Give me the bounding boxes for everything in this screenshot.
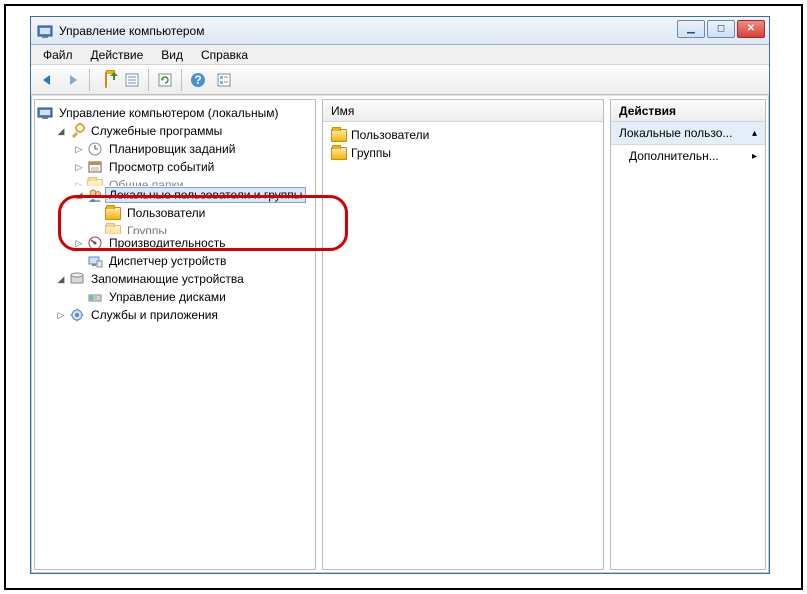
- tree-services-apps[interactable]: ▷ Службы и приложения: [37, 306, 313, 324]
- menu-view[interactable]: Вид: [153, 46, 191, 64]
- app-icon: [37, 23, 53, 39]
- tree-shared-folders[interactable]: ▷ Общие папки: [37, 176, 313, 186]
- export-list-icon: [216, 72, 232, 88]
- device-manager-icon: [87, 253, 103, 269]
- svg-text:?: ?: [194, 73, 201, 87]
- toolbar-help-button[interactable]: ?: [186, 68, 210, 92]
- users-groups-icon: [87, 187, 103, 203]
- list-body[interactable]: Пользователи Группы: [323, 122, 603, 569]
- tree-users[interactable]: Пользователи: [37, 204, 313, 222]
- toolbar-forward-button[interactable]: [61, 68, 85, 92]
- actions-more[interactable]: Дополнительн... ▸: [611, 145, 765, 167]
- tree-system-tools[interactable]: ◢ Служебные программы: [37, 122, 313, 140]
- tree-panel[interactable]: Управление компьютером (локальным) ◢ Слу…: [34, 99, 316, 570]
- help-icon: ?: [190, 72, 206, 88]
- toolbar-back-button[interactable]: [35, 68, 59, 92]
- shared-folders-icon: [87, 177, 103, 186]
- actions-panel: Действия Локальные пользо... ▴ Дополните…: [610, 99, 766, 570]
- toolbar-up-button[interactable]: [94, 68, 118, 92]
- toolbar-refresh-button[interactable]: [153, 68, 177, 92]
- actions-header: Действия: [611, 100, 765, 122]
- menu-action[interactable]: Действие: [83, 46, 152, 64]
- menubar: Файл Действие Вид Справка: [31, 45, 769, 65]
- properties-icon: [124, 72, 140, 88]
- expand-icon[interactable]: ▷: [55, 309, 67, 321]
- actions-section[interactable]: Локальные пользо... ▴: [611, 122, 765, 145]
- folder-icon: [331, 127, 347, 143]
- tree-local-users-groups[interactable]: ◢ Локальные пользователи и группы: [37, 186, 313, 204]
- folder-icon: [331, 145, 347, 161]
- tree-device-manager[interactable]: Диспетчер устройств: [37, 252, 313, 270]
- chevron-up-icon: ▴: [752, 128, 757, 139]
- tree-root-label: Управление компьютером (локальным): [55, 105, 283, 121]
- list-panel: Имя Пользователи Группы: [322, 99, 604, 570]
- tree-system-tools-label: Служебные программы: [87, 123, 226, 139]
- tree-root[interactable]: Управление компьютером (локальным): [37, 104, 313, 122]
- menu-file[interactable]: Файл: [35, 46, 81, 64]
- clock-icon: [87, 141, 103, 157]
- list-item-groups[interactable]: Группы: [327, 144, 599, 162]
- minimize-button[interactable]: ▁: [677, 20, 705, 38]
- toolbar-separator: [148, 69, 149, 91]
- folder-icon: [105, 223, 121, 234]
- expand-icon[interactable]: ▷: [73, 143, 85, 155]
- expand-icon[interactable]: ▷: [73, 237, 85, 249]
- list-item-users[interactable]: Пользователи: [327, 126, 599, 144]
- storage-icon: [69, 271, 85, 287]
- maximize-button[interactable]: ◻: [707, 20, 735, 38]
- toolbar-separator: [89, 69, 90, 91]
- content-area: Управление компьютером (локальным) ◢ Слу…: [31, 95, 769, 573]
- tree-disk-management[interactable]: Управление дисками: [37, 288, 313, 306]
- tree-task-scheduler[interactable]: ▷ Планировщик заданий: [37, 140, 313, 158]
- chevron-right-icon: ▸: [752, 151, 757, 162]
- toolbar: ?: [31, 65, 769, 95]
- computer-management-window: Управление компьютером ▁ ◻ ✕ Файл Действ…: [30, 16, 770, 574]
- performance-icon: [87, 235, 103, 251]
- collapse-icon[interactable]: ◢: [55, 125, 67, 137]
- titlebar[interactable]: Управление компьютером ▁ ◻ ✕: [31, 17, 769, 45]
- maximize-icon: ◻: [717, 24, 725, 34]
- tree-performance[interactable]: ▷ Производительность: [37, 234, 313, 252]
- close-icon: ✕: [747, 24, 755, 34]
- toolbar-separator: [181, 69, 182, 91]
- tools-icon: [69, 123, 85, 139]
- arrow-right-icon: [65, 72, 81, 88]
- folder-icon: [105, 205, 121, 221]
- collapse-icon[interactable]: ◢: [73, 189, 85, 201]
- disk-management-icon: [87, 289, 103, 305]
- expand-icon[interactable]: ▷: [73, 161, 85, 173]
- tree-event-viewer[interactable]: ▷ Просмотр событий: [37, 158, 313, 176]
- toolbar-export-button[interactable]: [212, 68, 236, 92]
- window-title: Управление компьютером: [59, 24, 204, 38]
- tree-groups[interactable]: Группы: [37, 222, 313, 234]
- refresh-icon: [157, 72, 173, 88]
- menu-help[interactable]: Справка: [193, 46, 256, 64]
- minimize-icon: ▁: [687, 24, 695, 34]
- services-icon: [69, 307, 85, 323]
- arrow-left-icon: [39, 72, 55, 88]
- computer-icon: [37, 105, 53, 121]
- toolbar-properties-button[interactable]: [120, 68, 144, 92]
- tree-storage[interactable]: ◢ Запоминающие устройства: [37, 270, 313, 288]
- event-viewer-icon: [87, 159, 103, 175]
- collapse-icon[interactable]: ◢: [55, 273, 67, 285]
- up-folder-icon: [105, 73, 107, 87]
- column-header-name[interactable]: Имя: [323, 100, 603, 122]
- close-button[interactable]: ✕: [737, 20, 765, 38]
